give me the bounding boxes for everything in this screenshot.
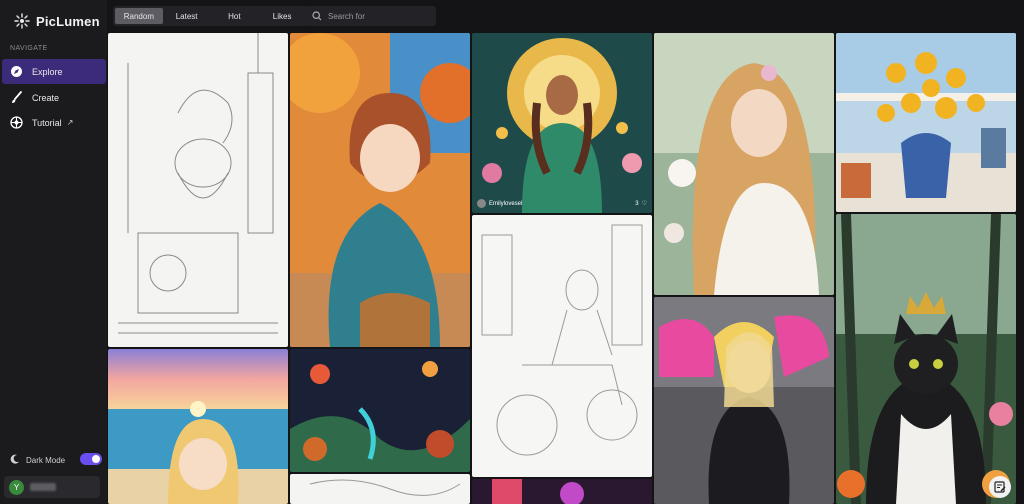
user-profile[interactable]: Y [4,476,100,498]
sidebar-item-label: Tutorial [32,117,62,128]
avatar: Y [9,479,24,495]
like-count[interactable]: 3 ♡ [635,200,647,208]
tab-latest[interactable]: Latest [163,8,211,24]
dark-mode-row: Dark Mode [10,453,102,467]
heart-icon: ♡ [641,201,647,207]
sidebar-item-label: Create [32,92,60,103]
edit-icon [994,481,1006,493]
gallery-image-sketch-bottom[interactable] [290,474,470,504]
tutorial-icon [10,116,23,129]
author-avatar [477,199,486,208]
gallery-image-goddess[interactable]: Emilylovesel 3 ♡ [472,33,652,213]
gallery-image-sunflower-vase[interactable] [836,33,1016,212]
gallery-image-graffiti-girl[interactable] [654,297,834,504]
gallery-image-anime-autumn-girl[interactable] [290,33,470,347]
top-bar: Random Latest Hot Likes [107,0,1024,32]
logo[interactable]: PicLumen [14,13,100,29]
search-input[interactable] [328,11,428,21]
search-icon [312,11,322,21]
like-count-value: 3 [635,200,639,207]
author-name: Emilylovesel [489,200,523,207]
gallery-image-beach-girl[interactable] [108,349,288,504]
dark-mode-label: Dark Mode [26,455,66,465]
compass-icon [10,65,23,78]
brush-icon [10,91,23,104]
tab-hot[interactable]: Hot [211,8,259,24]
sidebar-item-explore[interactable]: Explore [2,59,106,84]
search-box[interactable] [306,6,436,26]
gallery-image-motorcycle-sketch[interactable] [472,215,652,477]
app-window: PicLumen NAVIGATE Explore Create Tutoria… [0,0,1024,504]
sidebar-item-tutorial[interactable]: Tutorial ↗ [2,110,106,135]
image-overlay: Emilylovesel 3 ♡ [477,199,647,208]
image-author[interactable]: Emilylovesel [477,199,522,208]
gallery-image-gnome-sketch[interactable] [108,33,288,347]
gallery-image-fantasy-landscape[interactable] [290,349,470,472]
sort-tabs: Random Latest Hot Likes [113,6,308,26]
gallery-image-crowned-cat[interactable] [836,214,1016,504]
gallery-image-neon-city[interactable] [472,479,652,504]
nav-heading: NAVIGATE [10,45,48,52]
moon-icon [10,454,20,466]
toggle-knob [92,455,100,463]
dark-mode-toggle[interactable] [80,453,102,465]
app-name: PicLumen [36,13,100,29]
sidebar: PicLumen NAVIGATE Explore Create Tutoria… [0,0,107,504]
logo-icon [14,13,30,29]
tab-likes[interactable]: Likes [258,8,306,24]
username-blurred [30,483,56,491]
sidebar-item-create[interactable]: Create [2,85,106,110]
edit-fab-button[interactable] [989,476,1011,498]
external-link-icon: ↗ [66,118,74,127]
sidebar-item-label: Explore [32,66,63,77]
tab-random[interactable]: Random [115,8,163,24]
gallery-image-flower-girl[interactable] [654,33,834,295]
